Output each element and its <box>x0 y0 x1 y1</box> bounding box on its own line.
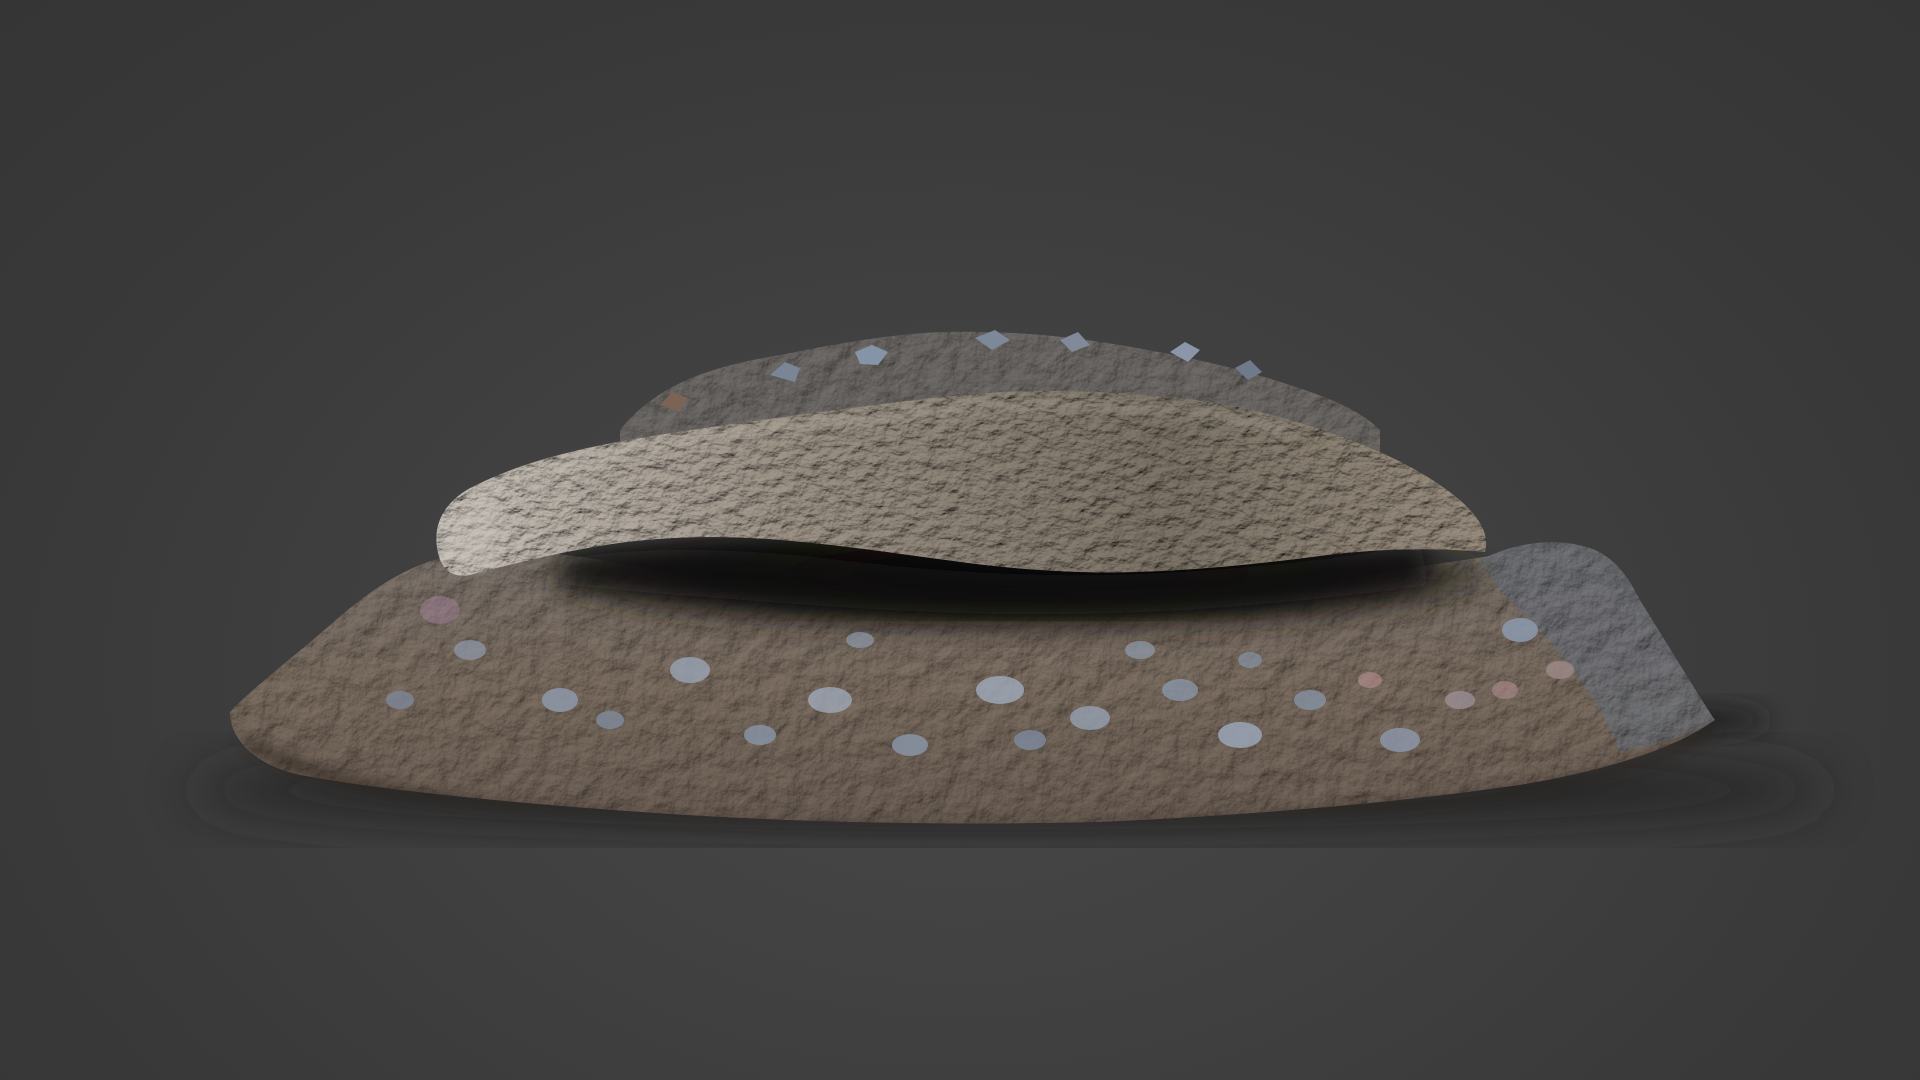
render-viewport <box>0 0 1920 1080</box>
rock-render <box>190 330 1830 838</box>
